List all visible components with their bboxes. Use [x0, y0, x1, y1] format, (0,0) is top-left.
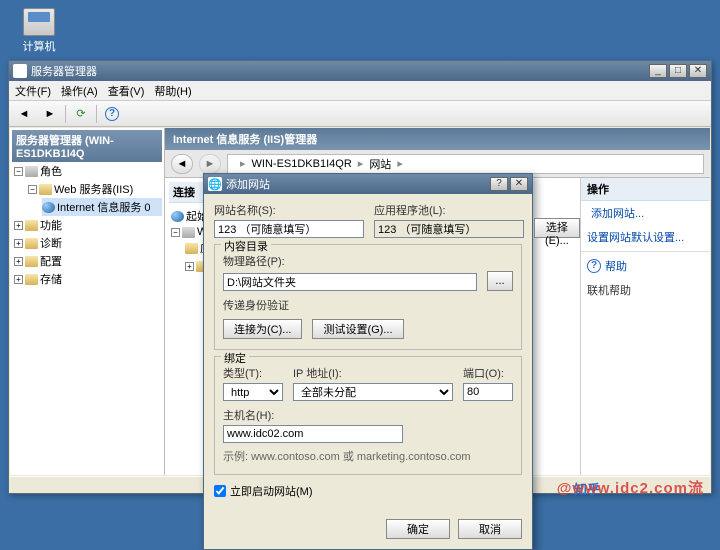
tree-web-server[interactable]: −Web 服务器(IIS) — [28, 180, 162, 198]
host-label: 主机名(H): — [223, 407, 513, 423]
breadcrumb-sites[interactable]: 网站 — [369, 156, 391, 172]
tree-features[interactable]: +功能 — [14, 216, 162, 234]
help-icon: ? — [587, 259, 601, 273]
menu-file[interactable]: 文件(F) — [15, 83, 51, 99]
start-now-checkbox[interactable]: 立即启动网站(M) — [214, 483, 522, 499]
server-manager-tree: −角色 −Web 服务器(IIS) Internet 信息服务 0 +功能 +诊… — [12, 162, 162, 288]
maximize-button[interactable]: □ — [669, 64, 687, 78]
back-button[interactable]: ◄ — [13, 104, 35, 124]
connect-as-button[interactable]: 连接为(C)... — [223, 319, 302, 339]
server-manager-tree-pane: 服务器管理器 (WIN-ES1DKB1I4Q −角色 −Web 服务器(IIS)… — [10, 128, 165, 475]
app-pool-label: 应用程序池(L): — [374, 202, 524, 218]
action-add-website[interactable]: 添加网站... — [581, 201, 710, 225]
site-name-input[interactable] — [214, 220, 364, 238]
iis-manager-title: Internet 信息服务 (IIS)管理器 — [165, 128, 710, 150]
dialog-help-button[interactable]: ? — [490, 177, 508, 191]
action-help[interactable]: ?帮助 — [581, 254, 710, 278]
close-button[interactable]: ✕ — [689, 64, 707, 78]
passthru-label: 传递身份验证 — [223, 297, 513, 313]
desktop-computer-label: 计算机 — [14, 38, 64, 54]
toolbar-divider — [65, 105, 66, 123]
dialog-title: 添加网站 — [226, 176, 270, 192]
menu-action[interactable]: 操作(A) — [61, 83, 98, 99]
type-label: 类型(T): — [223, 365, 283, 381]
add-website-dialog: 🌐 添加网站 ? ✕ 网站名称(S): 应用程序池(L): 选择(E)... 内… — [203, 173, 533, 550]
dialog-close-button[interactable]: ✕ — [510, 177, 528, 191]
nav-back-button[interactable]: ◄ — [171, 154, 193, 174]
minimize-button[interactable]: _ — [649, 64, 667, 78]
site-name-label: 网站名称(S): — [214, 202, 364, 218]
dialog-titlebar[interactable]: 🌐 添加网站 ? ✕ — [204, 174, 532, 194]
physical-path-input[interactable] — [223, 273, 477, 291]
actions-header: 操作 — [581, 178, 710, 201]
breadcrumb-server[interactable]: WIN-ES1DKB1I4QR — [252, 158, 352, 170]
forward-button[interactable]: ► — [39, 104, 61, 124]
type-select[interactable]: http — [223, 383, 283, 401]
browse-button[interactable]: ... — [487, 271, 513, 291]
monitor-icon — [23, 8, 55, 36]
tree-storage[interactable]: +存储 — [14, 270, 162, 288]
chevron-right-icon: ▸ — [240, 157, 246, 170]
server-manager-icon: 🗄 — [13, 64, 27, 78]
desktop-computer-icon[interactable]: 计算机 — [14, 8, 64, 54]
server-manager-title: 服务器管理器 — [31, 63, 97, 79]
ip-select[interactable]: 全部未分配 — [293, 383, 453, 401]
actions-pane: 操作 添加网站... 设置网站默认设置... ?帮助 联机帮助 — [580, 178, 710, 475]
tree-diagnostics[interactable]: +诊断 — [14, 234, 162, 252]
action-online-help[interactable]: 联机帮助 — [581, 278, 710, 302]
content-group-label: 内容目录 — [221, 238, 271, 254]
menu-help[interactable]: 帮助(H) — [154, 83, 191, 99]
tree-roles[interactable]: −角色 — [14, 162, 162, 180]
host-input[interactable] — [223, 425, 403, 443]
port-label: 端口(O): — [463, 365, 513, 381]
breadcrumb[interactable]: ▸ WIN-ES1DKB1I4QR ▸ 网站 ▸ — [227, 154, 704, 174]
physical-path-label: 物理路径(P): — [223, 253, 513, 269]
nav-forward-button[interactable]: ► — [199, 154, 221, 174]
binding-group-label: 绑定 — [221, 350, 249, 366]
chevron-right-icon: ▸ — [358, 157, 364, 170]
tree-iis[interactable]: Internet 信息服务 0 — [42, 198, 162, 216]
start-now-label: 立即启动网站(M) — [230, 483, 313, 499]
content-directory-group: 内容目录 物理路径(P): ... 传递身份验证 连接为(C)... 测试设置(… — [214, 244, 522, 350]
tree-configuration[interactable]: +配置 — [14, 252, 162, 270]
refresh-button[interactable]: ⟳ — [70, 104, 92, 124]
chevron-right-icon: ▸ — [397, 157, 403, 170]
help-button[interactable]: ? — [101, 104, 123, 124]
toolbar-divider — [96, 105, 97, 123]
ip-label: IP 地址(I): — [293, 365, 453, 381]
dialog-icon: 🌐 — [208, 177, 222, 191]
server-manager-titlebar[interactable]: 🗄 服务器管理器 _ □ ✕ — [9, 61, 711, 81]
cancel-button[interactable]: 取消 — [458, 519, 522, 539]
tree-header: 服务器管理器 (WIN-ES1DKB1I4Q — [12, 130, 162, 162]
action-set-defaults[interactable]: 设置网站默认设置... — [581, 225, 710, 249]
ok-button[interactable]: 确定 — [386, 519, 450, 539]
server-manager-menubar: 文件(F) 操作(A) 查看(V) 帮助(H) — [9, 81, 711, 101]
server-manager-toolbar: ◄ ► ⟳ ? — [9, 101, 711, 127]
test-settings-button[interactable]: 测试设置(G)... — [312, 319, 403, 339]
binding-group: 绑定 类型(T): http IP 地址(I): 全部未分配 端口(O): 主机… — [214, 356, 522, 475]
port-input[interactable] — [463, 383, 513, 401]
menu-view[interactable]: 查看(V) — [108, 83, 145, 99]
watermark-text: @www.idc2.com流 — [557, 477, 704, 498]
start-now-input[interactable] — [214, 485, 226, 497]
app-pool-input — [374, 220, 524, 238]
select-pool-button[interactable]: 选择(E)... — [534, 218, 580, 238]
host-example: 示例: www.contoso.com 或 marketing.contoso.… — [223, 448, 513, 464]
